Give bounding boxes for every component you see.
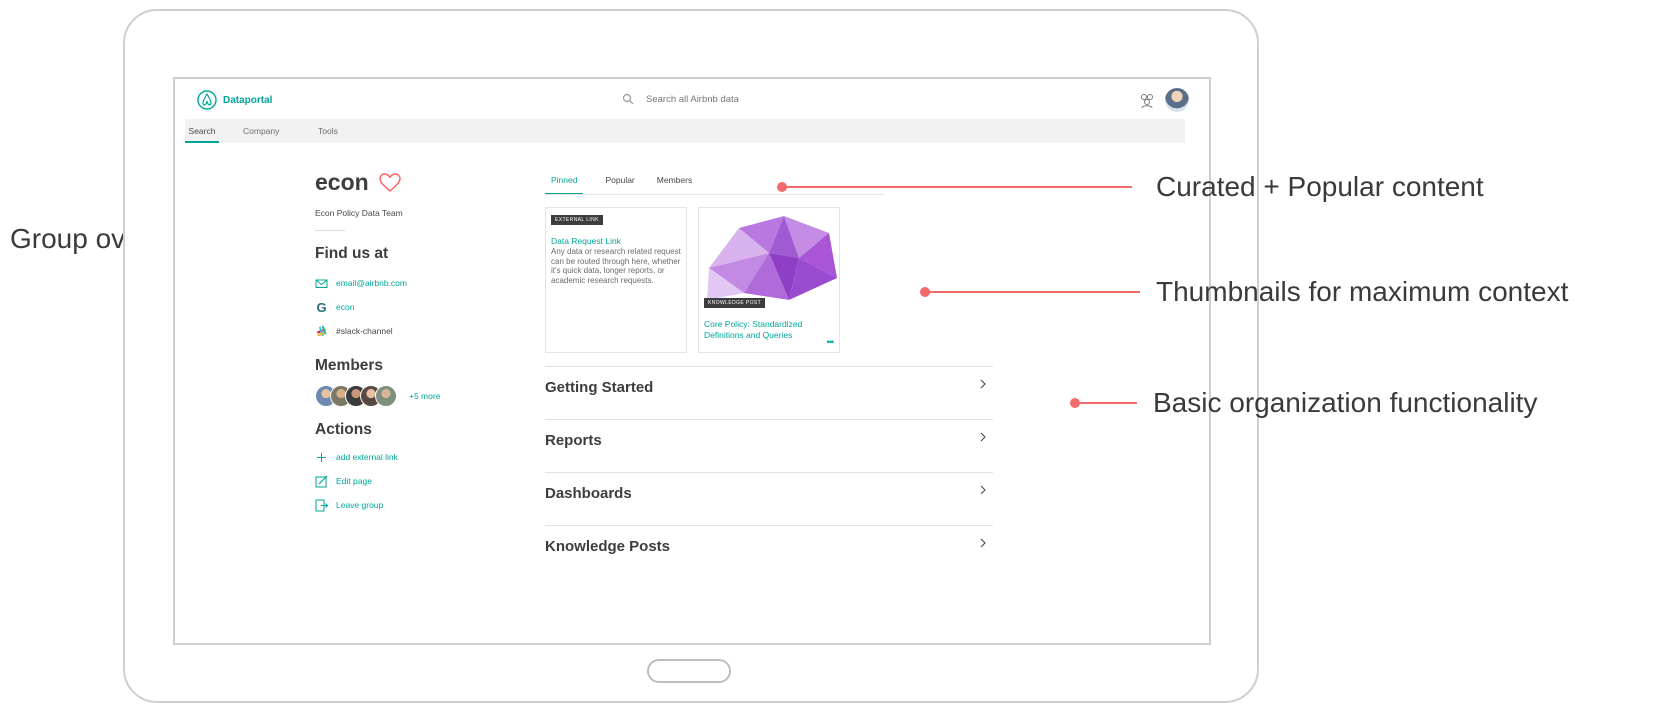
tab-pinned[interactable]: Pinned (545, 173, 584, 195)
org-item-getting-started[interactable]: Getting Started (545, 366, 993, 419)
slack-channel[interactable]: #slack-channel (336, 326, 393, 336)
tab-popular[interactable]: Popular (605, 173, 634, 195)
leave-group-button[interactable]: Leave group (315, 493, 495, 517)
annotation-line (1075, 402, 1137, 404)
app-logo[interactable]: Dataportal (197, 90, 272, 110)
google-group-link[interactable]: econ (336, 302, 354, 312)
more-members-link[interactable]: +5 more (409, 391, 440, 401)
airbnb-logo-icon (197, 90, 217, 110)
action-label: Leave group (336, 500, 384, 510)
org-item-reports[interactable]: Reports (545, 419, 993, 472)
action-label: Edit page (336, 476, 372, 486)
header-actions (1138, 88, 1189, 112)
annotation-organization: Basic organization functionality (1153, 387, 1538, 418)
chevron-right-icon (980, 432, 986, 442)
annotation-line (782, 186, 1132, 188)
more-options-icon[interactable]: ••• (827, 337, 835, 347)
org-item-knowledge-posts[interactable]: Knowledge Posts (545, 525, 993, 578)
divider (315, 230, 345, 231)
chevron-right-icon (980, 379, 986, 389)
card-knowledge-post[interactable]: KNOWLEDGE POST Core Policy: Standardized… (698, 207, 840, 353)
tab-company[interactable]: Company (243, 119, 279, 143)
contact-email[interactable]: email@airbnb.com (315, 271, 495, 295)
actions-title: Actions (315, 421, 372, 438)
tab-members[interactable]: Members (657, 173, 692, 195)
edit-icon (315, 475, 328, 487)
find-us-title: Find us at (315, 245, 389, 262)
org-item-label: Getting Started (545, 379, 654, 396)
chevron-right-icon (980, 485, 986, 495)
heart-icon[interactable] (378, 172, 401, 193)
members-title: Members (315, 357, 384, 374)
card-title[interactable]: Data Request Link (551, 236, 681, 246)
card-description: Any data or research related request can… (551, 247, 681, 285)
group-name: econ (315, 169, 369, 195)
annotation-thumbnails: Thumbnails for maximum context (1156, 276, 1569, 307)
group-header: econ (315, 169, 495, 196)
mail-icon (315, 279, 328, 288)
knowledge-post-thumbnail (699, 208, 839, 303)
search-input[interactable] (646, 93, 826, 105)
user-avatar[interactable] (1165, 88, 1189, 112)
tab-tools[interactable]: Tools (318, 119, 338, 143)
email-link[interactable]: email@airbnb.com (336, 278, 407, 288)
member-avatars[interactable]: +5 more (315, 385, 495, 407)
content-tabs: Pinned Popular Members (545, 173, 692, 195)
group-description: Econ Policy Data Team (315, 208, 403, 218)
action-label: add external link (336, 452, 398, 462)
google-icon: G (316, 299, 327, 315)
tabs-divider (545, 194, 885, 195)
chevron-right-icon (980, 538, 986, 548)
app-screen: Dataportal Search Company Tools econ Eco… (173, 77, 1211, 645)
groups-icon[interactable] (1138, 91, 1156, 109)
tab-search[interactable]: Search (185, 119, 219, 143)
organization-list: Getting Started Reports Dashboards Knowl… (545, 366, 993, 578)
slack-icon (317, 325, 327, 336)
org-item-label: Reports (545, 432, 602, 449)
card-badge: EXTERNAL LINK (551, 215, 603, 225)
org-item-label: Dashboards (545, 485, 632, 502)
group-overview: econ Econ Policy Data Team Find us at em… (315, 169, 495, 517)
plus-icon (317, 452, 326, 462)
tablet-home-button (647, 659, 731, 683)
org-item-label: Knowledge Posts (545, 538, 671, 555)
edit-page-button[interactable]: Edit page (315, 469, 495, 493)
annotation-line (925, 291, 1140, 293)
contact-slack[interactable]: #slack-channel (315, 319, 495, 343)
search-icon (622, 93, 634, 105)
global-search[interactable] (622, 93, 826, 105)
contact-google-group[interactable]: G econ (315, 295, 495, 319)
card-badge: KNOWLEDGE POST (704, 298, 766, 308)
annotation-curated: Curated + Popular content (1156, 171, 1484, 202)
app-name: Dataportal (223, 94, 273, 106)
add-external-link-button[interactable]: add external link (315, 445, 495, 469)
card-data-request[interactable]: EXTERNAL LINK Data Request Link Any data… (545, 207, 687, 353)
member-avatar[interactable] (375, 385, 397, 407)
card-title[interactable]: Core Policy: Standardized Definitions an… (704, 319, 822, 341)
main-nav: Search Company Tools (185, 119, 1185, 143)
leave-icon (315, 499, 328, 511)
org-item-dashboards[interactable]: Dashboards (545, 472, 993, 525)
